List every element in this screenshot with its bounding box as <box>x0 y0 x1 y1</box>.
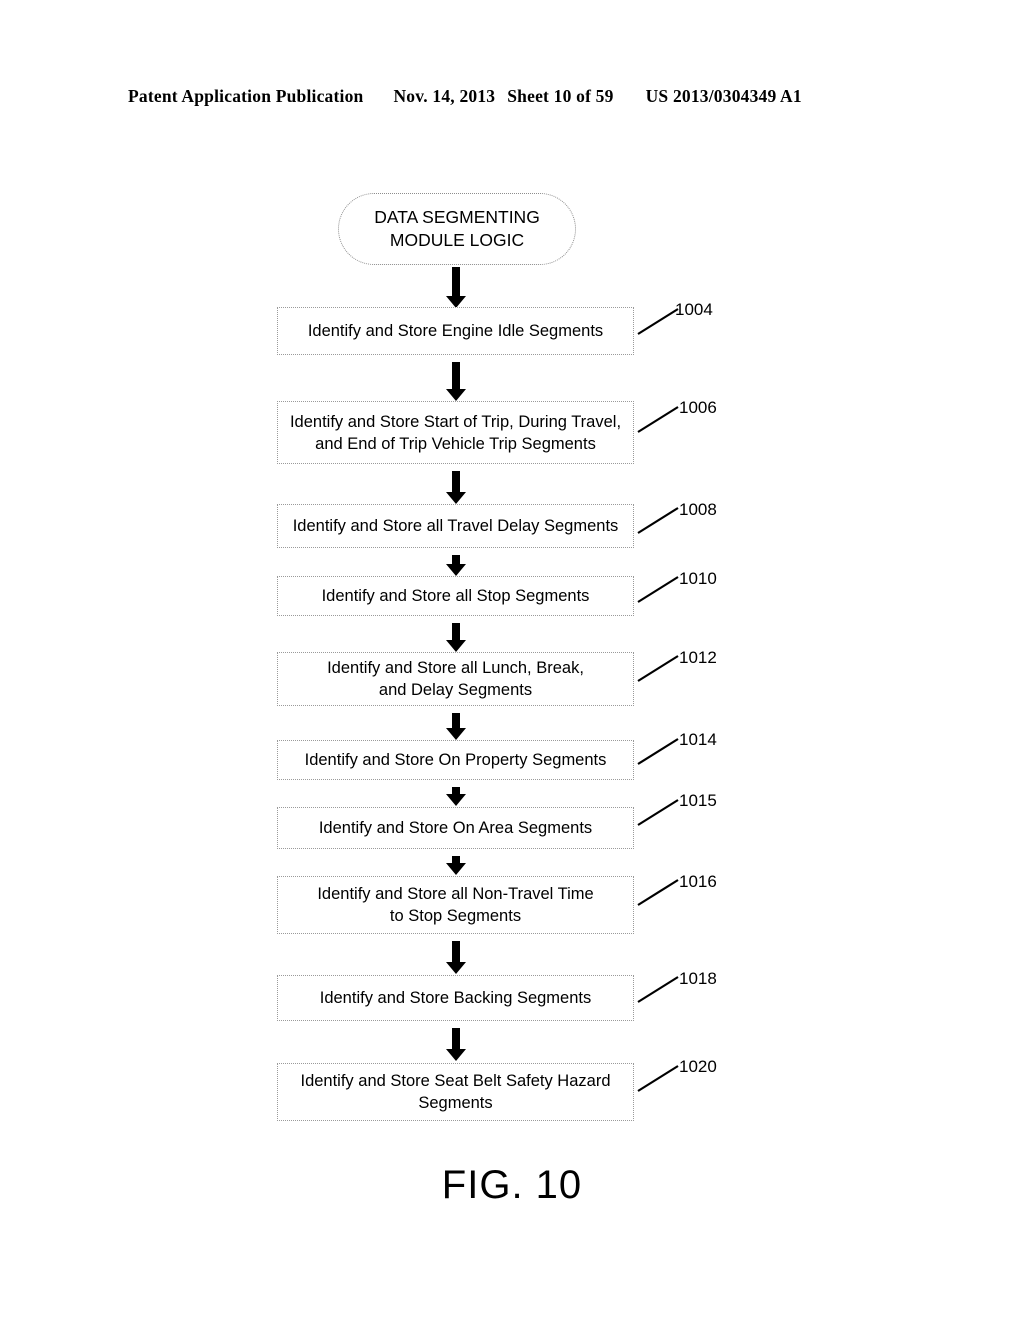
leader-line-1015 <box>636 797 682 827</box>
reference-numeral-1012: 1012 <box>679 648 717 667</box>
leader-line-1014 <box>636 736 682 766</box>
reference-numeral-1016: 1016 <box>679 872 717 891</box>
process-box-1016-line-1: Identify and Store all Non-Travel Time <box>317 885 594 903</box>
flow-arrow-6 <box>452 713 460 729</box>
process-box-1016: Identify and Store all Non-Travel Time to… <box>277 876 634 934</box>
flowchart-figure: DATA SEGMENTING MODULE LOGIC Identify an… <box>0 0 1024 1320</box>
leader-line-1016 <box>636 877 682 907</box>
leader-line-1018 <box>636 974 682 1004</box>
flow-arrow-5 <box>452 623 460 641</box>
flow-arrow-10 <box>452 1028 460 1050</box>
process-box-1018-line-1: Identify and Store Backing Segments <box>319 989 592 1007</box>
flow-arrow-1 <box>452 267 460 297</box>
process-box-1008: Identify and Store all Travel Delay Segm… <box>277 504 634 548</box>
process-box-1004-line-1: Identify and Store Engine Idle Segments <box>307 322 604 340</box>
start-node-line-1: DATA SEGMENTING <box>374 207 540 227</box>
process-box-1018: Identify and Store Backing Segments <box>277 975 634 1021</box>
start-node-line-2: MODULE LOGIC <box>389 230 525 250</box>
process-box-1015-line-1: Identify and Store On Area Segments <box>318 819 593 837</box>
reference-numeral-1010: 1010 <box>679 569 717 588</box>
flowchart-start-node: DATA SEGMENTING MODULE LOGIC <box>338 193 576 265</box>
process-box-1006-line-1: Identify and Store Start of Trip, During… <box>289 412 622 431</box>
process-box-1010: Identify and Store all Stop Segments <box>277 576 634 616</box>
reference-numeral-1006: 1006 <box>679 398 717 417</box>
reference-numeral-1015: 1015 <box>679 791 717 810</box>
reference-numeral-1004: 1004 <box>675 300 713 319</box>
flow-arrow-3 <box>452 471 460 493</box>
process-box-1004: Identify and Store Engine Idle Segments <box>277 307 634 355</box>
process-box-1020-line-2: Segments <box>418 1094 493 1112</box>
process-box-1006: Identify and Store Start of Trip, During… <box>277 401 634 464</box>
process-box-1020: Identify and Store Seat Belt Safety Haza… <box>277 1063 634 1121</box>
process-box-1008-line-1: Identify and Store all Travel Delay Segm… <box>292 517 619 535</box>
leader-line-1006 <box>636 404 682 434</box>
reference-numeral-1014: 1014 <box>679 730 717 749</box>
reference-numeral-1008: 1008 <box>679 500 717 519</box>
leader-line-1020 <box>636 1063 682 1093</box>
leader-line-1010 <box>636 574 682 604</box>
flow-arrow-2 <box>452 362 460 390</box>
flow-arrow-9 <box>452 941 460 963</box>
flow-arrow-8 <box>452 856 460 864</box>
process-box-1010-line-1: Identify and Store all Stop Segments <box>321 587 590 605</box>
process-box-1012-line-1: Identify and Store all Lunch, Break, <box>327 659 584 677</box>
process-box-1014: Identify and Store On Property Segments <box>277 740 634 780</box>
process-box-1015: Identify and Store On Area Segments <box>277 807 634 849</box>
process-box-1006-line-2: and End of Trip Vehicle Trip Segments <box>315 434 596 453</box>
process-box-1020-line-1: Identify and Store Seat Belt Safety Haza… <box>300 1072 611 1090</box>
process-box-1012-line-2: and Delay Segments <box>378 681 533 699</box>
leader-line-1012 <box>636 653 682 683</box>
process-box-1014-line-1: Identify and Store On Property Segments <box>304 751 607 769</box>
process-box-1016-line-2: to Stop Segments <box>389 907 522 925</box>
reference-numeral-1018: 1018 <box>679 969 717 988</box>
flow-arrow-7 <box>452 787 460 795</box>
leader-line-1008 <box>636 505 682 535</box>
flow-arrow-4 <box>452 555 460 565</box>
reference-numeral-1020: 1020 <box>679 1057 717 1076</box>
process-box-1012: Identify and Store all Lunch, Break, and … <box>277 652 634 706</box>
figure-caption: FIG. 10 <box>441 1163 583 1207</box>
